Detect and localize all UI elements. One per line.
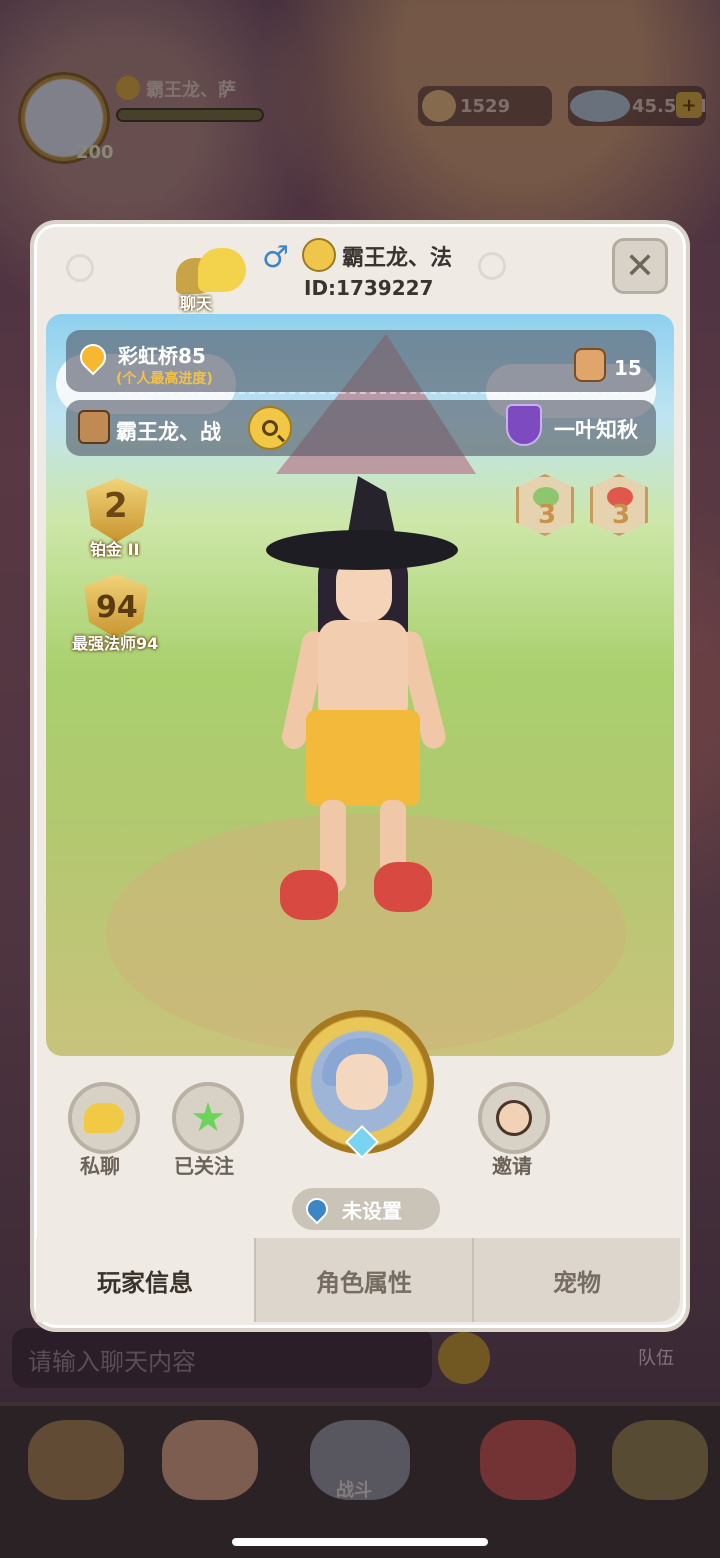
pet-badge-value: 3: [538, 500, 557, 530]
rank-number: 2: [104, 486, 128, 526]
tribe-icon: [78, 410, 110, 444]
decor-swirl: [66, 254, 94, 282]
tab-character-attributes[interactable]: 角色属性: [254, 1238, 472, 1322]
tribe-name: 霸王龙、战: [116, 420, 221, 444]
private-chat-button[interactable]: [68, 1082, 140, 1154]
mage-label: 最强法师94: [72, 634, 159, 653]
search-icon: [262, 420, 278, 436]
player-name: 霸王龙、法: [342, 246, 453, 271]
progress-title: 彩虹桥85: [118, 344, 206, 368]
home-indicator[interactable]: [232, 1538, 488, 1546]
power-value: 15: [614, 356, 642, 380]
character-model[interactable]: [262, 470, 462, 930]
private-chat-label: 私聊: [80, 1154, 120, 1178]
mage-number: 94: [96, 590, 138, 625]
player-id: ID:1739227: [304, 276, 434, 300]
add-user-icon: [496, 1100, 532, 1136]
male-icon: ♂: [262, 240, 289, 275]
close-button[interactable]: ✕: [612, 238, 668, 294]
message-icon: [84, 1103, 124, 1133]
emoji-face-icon: [302, 238, 336, 272]
guild-name: 一叶知秋: [554, 418, 638, 442]
follow-button[interactable]: ★: [172, 1082, 244, 1154]
rank-label: 铂金 II: [90, 540, 140, 559]
follow-label: 已关注: [174, 1154, 234, 1178]
tab-player-info[interactable]: 玩家信息: [36, 1238, 254, 1322]
tab-pets[interactable]: 宠物: [472, 1238, 680, 1322]
pet-badge-value: 3: [612, 500, 631, 530]
decor-swirl: [478, 252, 506, 280]
location-button[interactable]: 未设置: [292, 1188, 440, 1230]
chat-label: 聊天: [180, 294, 213, 313]
star-icon: ★: [190, 1095, 226, 1141]
search-button[interactable]: [248, 406, 292, 450]
guild-banner-icon: [506, 404, 542, 446]
fist-icon: [574, 348, 606, 382]
location-pin-icon: [301, 1193, 333, 1225]
invite-label: 邀请: [492, 1154, 532, 1178]
player-portrait[interactable]: [290, 1010, 434, 1159]
progress-subtitle: (个人最高进度): [116, 371, 213, 387]
invite-button[interactable]: [478, 1082, 550, 1154]
divider: [118, 392, 638, 394]
location-text: 未设置: [342, 1198, 402, 1223]
